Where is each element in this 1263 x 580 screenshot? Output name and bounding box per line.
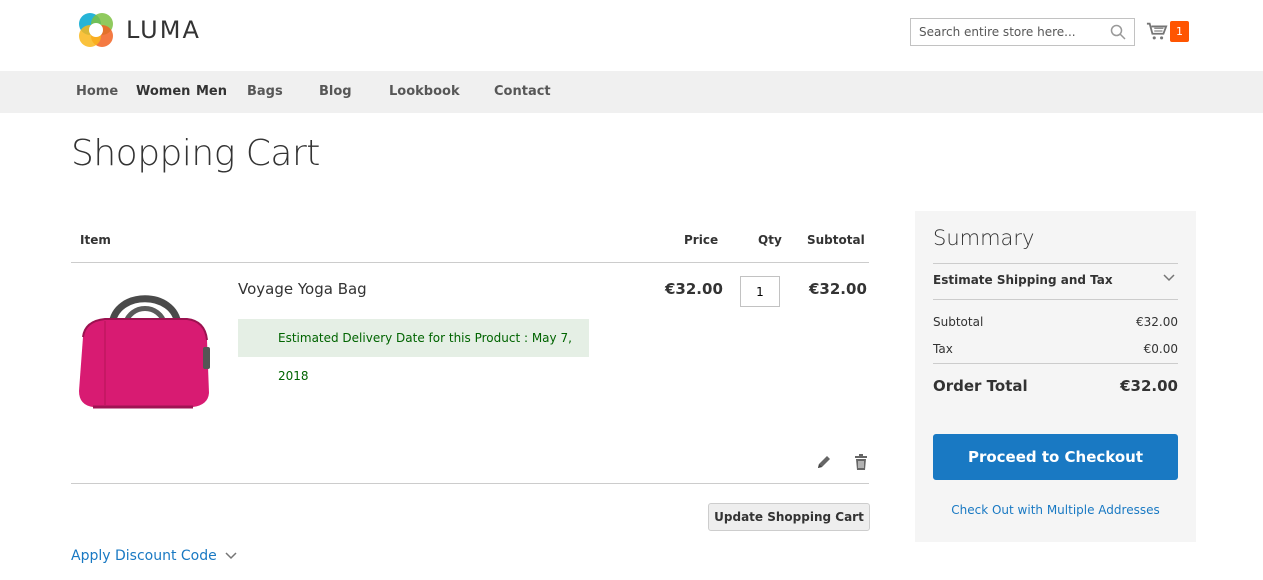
order-total-value: €32.00 — [1120, 377, 1178, 395]
edit-pencil-icon[interactable] — [815, 453, 833, 471]
luma-logo-icon — [79, 13, 113, 47]
store-logo[interactable]: LUMA — [76, 10, 211, 50]
tax-label: Tax — [933, 342, 953, 356]
qty-input[interactable] — [740, 276, 780, 307]
apply-discount-toggle[interactable]: Apply Discount Code — [71, 548, 237, 564]
chevron-down-icon[interactable] — [1163, 274, 1175, 282]
shopping-cart-icon — [1146, 22, 1168, 40]
order-total-label: Order Total — [933, 377, 1028, 395]
nav-item-bags[interactable]: Bags — [247, 84, 283, 99]
column-header-price: Price — [684, 233, 719, 247]
column-header-item: Item — [80, 233, 111, 247]
nav-item-women[interactable]: Women — [136, 84, 190, 99]
column-header-subtotal: Subtotal — [807, 233, 865, 247]
search-input[interactable] — [911, 19, 1101, 45]
search-icon[interactable] — [1110, 24, 1126, 40]
chevron-down-icon — [225, 552, 237, 560]
summary-divider — [933, 263, 1178, 264]
page-title: Shopping Cart — [71, 133, 320, 174]
main-navigation: Home Women Men Bags Blog Lookbook Contac… — [0, 71, 1263, 113]
nav-item-lookbook[interactable]: Lookbook — [389, 84, 460, 99]
product-image[interactable] — [75, 285, 215, 415]
summary-divider — [933, 299, 1178, 300]
summary-divider — [933, 363, 1178, 364]
nav-item-blog[interactable]: Blog — [319, 84, 352, 99]
summary-title: Summary — [933, 226, 1035, 250]
trash-icon[interactable] — [852, 453, 870, 471]
nav-item-contact[interactable]: Contact — [494, 84, 551, 99]
minicart-button[interactable]: 1 — [1146, 18, 1192, 44]
search-box[interactable] — [910, 18, 1135, 46]
proceed-to-checkout-button[interactable]: Proceed to Checkout — [933, 434, 1178, 480]
cart-count-badge: 1 — [1170, 20, 1189, 42]
row-divider — [71, 483, 869, 484]
product-name[interactable]: Voyage Yoga Bag — [238, 280, 367, 298]
nav-item-men[interactable]: Men — [196, 84, 227, 99]
subtotal-value: €32.00 — [1136, 315, 1178, 329]
estimate-shipping-toggle[interactable]: Estimate Shipping and Tax — [933, 273, 1113, 287]
delivery-date-note: Estimated Delivery Date for this Product… — [238, 319, 589, 383]
subtotal-label: Subtotal — [933, 315, 984, 329]
apply-discount-label: Apply Discount Code — [71, 548, 217, 564]
item-subtotal: €32.00 — [809, 280, 867, 298]
logo-text: LUMA — [126, 16, 201, 44]
nav-item-home[interactable]: Home — [76, 84, 118, 99]
column-header-qty: Qty — [758, 233, 782, 247]
update-cart-button[interactable]: Update Shopping Cart — [708, 503, 870, 531]
tax-value: €0.00 — [1143, 342, 1178, 356]
item-price: €32.00 — [665, 280, 723, 298]
multi-address-checkout-link[interactable]: Check Out with Multiple Addresses — [915, 503, 1196, 517]
table-divider — [71, 262, 869, 263]
